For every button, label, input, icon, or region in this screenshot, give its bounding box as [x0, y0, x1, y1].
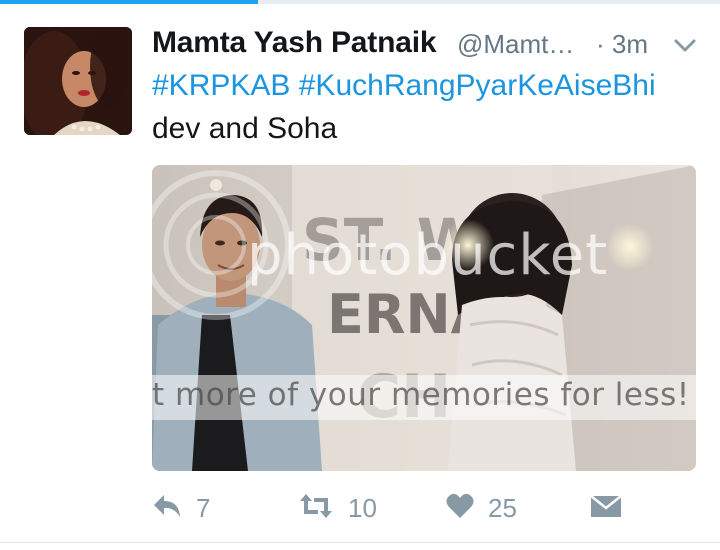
tweet-header: Mamta Yash Patnaik @Mamt… · 3m: [152, 24, 700, 64]
author-handle[interactable]: @Mamt…: [457, 29, 574, 60]
reply-count: 7: [196, 492, 211, 523]
author-name[interactable]: Mamta Yash Patnaik: [152, 26, 437, 60]
reply-button[interactable]: 7: [152, 488, 210, 528]
like-count: 25: [488, 492, 517, 523]
hashtag-link[interactable]: #KRPKAB: [152, 69, 290, 102]
direct-message-button[interactable]: [590, 488, 622, 528]
tweet-divider: [0, 542, 720, 543]
retweet-button[interactable]: 10: [298, 488, 377, 528]
like-button[interactable]: 25: [446, 488, 517, 528]
envelope-icon: [590, 493, 622, 524]
retweet-count: 10: [348, 492, 377, 523]
tweet-timestamp[interactable]: · 3m: [596, 29, 648, 60]
reply-icon: [152, 493, 182, 524]
tweet-actions: 7 10 25: [152, 488, 700, 528]
avatar[interactable]: [24, 27, 132, 135]
photobucket-watermark-logo: photobucket: [247, 223, 609, 288]
hashtag-link[interactable]: #KuchRangPyarKeAiseBhi: [299, 69, 656, 102]
photobucket-watermark-tagline: t more of your memories for less!: [152, 377, 690, 413]
chevron-down-icon[interactable]: [674, 36, 696, 56]
loading-progress-fill: [0, 0, 258, 4]
retweet-icon: [298, 492, 334, 525]
tweet-text: dev and Soha: [152, 112, 338, 145]
tweet-hashtags: #KRPKAB #KuchRangPyarKeAiseBhi: [152, 69, 656, 103]
tweet-media-image[interactable]: ST. W ERNA CHO photobucket t more of you…: [152, 165, 696, 471]
loading-progress-bar: [0, 0, 720, 4]
heart-icon: [446, 493, 474, 524]
